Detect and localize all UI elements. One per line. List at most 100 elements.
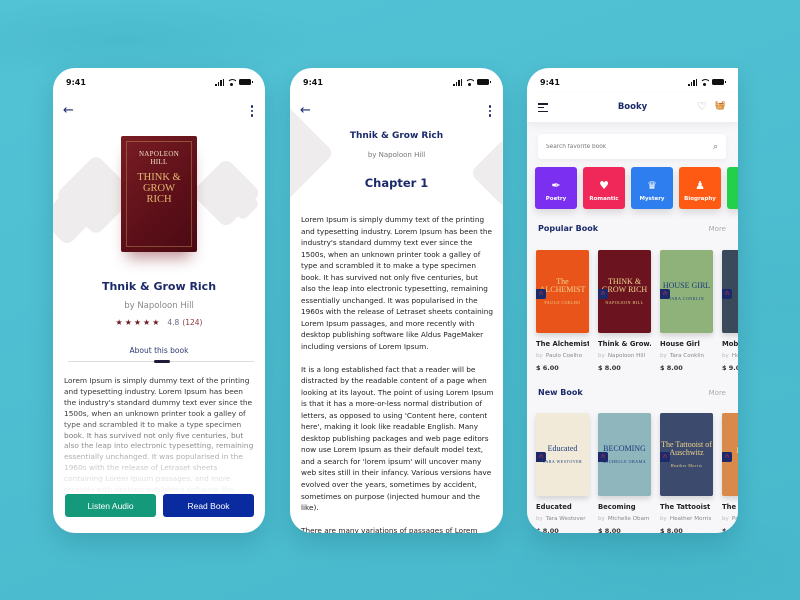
book-title: The G xyxy=(722,503,738,511)
headphones-icon: ∩ xyxy=(660,452,670,462)
back-arrow-icon[interactable]: ← xyxy=(63,104,77,118)
book-author: by Heather Morris xyxy=(660,516,712,522)
battery-icon xyxy=(712,79,726,85)
status-bar: 9:41 xyxy=(540,76,726,88)
book-card[interactable]: MO∩ Moby byHo $ 9.00 xyxy=(722,250,738,372)
new-section-header: New Book More xyxy=(538,388,726,397)
book-price: $ 8.00 xyxy=(722,527,738,533)
battery-icon xyxy=(477,79,491,85)
read-book-button[interactable]: Read Book xyxy=(163,494,254,517)
status-time: 9:41 xyxy=(303,77,323,87)
book-title: The Alchemist xyxy=(536,340,589,348)
book-cover[interactable]: BECOMING MICHELLE OBAMA ∩ xyxy=(598,413,651,496)
search-input[interactable] xyxy=(546,143,713,150)
book-author: by Napoloon Hill xyxy=(598,353,646,359)
book-title: The Tattooist xyxy=(660,503,711,511)
more-options-icon[interactable] xyxy=(487,104,493,118)
headphones-icon: ∩ xyxy=(660,289,670,299)
book-cover[interactable]: THINK & GROW RICH NAPOLEON HILL ∩ xyxy=(598,250,651,333)
new-more-link[interactable]: More xyxy=(709,389,726,397)
section-title: New Book xyxy=(538,388,583,397)
book-cover[interactable]: KR HA ∩ xyxy=(722,413,738,496)
battery-icon xyxy=(239,79,253,85)
status-bar: 9:41 xyxy=(303,76,491,88)
heart-icon: ♥ xyxy=(599,179,609,192)
wifi-icon xyxy=(700,78,709,86)
book-author: by Tara Westover xyxy=(536,516,586,522)
book-price: $ 8.00 xyxy=(598,527,621,533)
cart-icon[interactable]: 🧺 xyxy=(715,102,726,111)
category-poetry[interactable]: ✒ Poetry xyxy=(535,167,577,209)
headphones-icon: ∩ xyxy=(536,289,546,299)
book-price: $ 8.00 xyxy=(536,527,559,533)
cover-author: TARA CONKLIN xyxy=(668,295,705,301)
book-price: $ 8.00 xyxy=(660,364,683,372)
wifi-icon xyxy=(227,78,236,86)
book-cover: NAPOLEON HILL THINK & GROW RICH xyxy=(121,136,197,252)
signal-icon xyxy=(453,78,462,86)
listen-audio-button[interactable]: Listen Audio xyxy=(65,494,156,517)
paragraph: It is a long established fact that a rea… xyxy=(301,364,494,513)
category-label: Biography xyxy=(684,196,716,202)
headphones-icon: ∩ xyxy=(722,289,732,299)
search-box[interactable]: ⌕ xyxy=(538,134,726,159)
search-icon[interactable]: ⌕ xyxy=(713,142,718,152)
popular-section-header: Popular Book More xyxy=(538,224,726,233)
book-author: by Napoloon Hill xyxy=(124,301,194,311)
category-label: Poetry xyxy=(545,196,567,202)
category-biography[interactable]: ♟ Biography xyxy=(679,167,721,209)
book-detail-screen: 9:41 ← NAPOLEON HILL THINK & GROW RICH Thni… xyxy=(53,68,265,533)
book-author: by Ho xyxy=(722,353,738,359)
book-title: Educated xyxy=(536,503,572,511)
book-cover[interactable]: MO∩ xyxy=(722,250,738,333)
book-card[interactable]: The Tattooist of Auschwitz Heather Morris… xyxy=(660,413,713,533)
category-label: Mystery xyxy=(639,196,665,202)
category-more[interactable] xyxy=(727,167,738,209)
book-title: Becoming xyxy=(598,503,636,511)
book-card[interactable]: THINK & GROW RICH NAPOLEON HILL ∩ Think & G… xyxy=(598,250,651,372)
book-card[interactable]: The ALCHEMIST PAULO COELHO ∩ The Alchemist b… xyxy=(536,250,589,372)
app-header: Booky ♡ 🧺 xyxy=(527,94,738,122)
book-title: Think & Grow... xyxy=(598,340,651,348)
book-price: $ 8.00 xyxy=(660,527,683,533)
paragraph: There are many variations of passages of… xyxy=(301,525,478,533)
popular-book-list: The ALCHEMIST PAULO COELHO ∩ The Alchemist b… xyxy=(536,250,738,372)
reader-book-author: by Napoloon Hill xyxy=(367,151,426,159)
cover-title: HOUSE GIRL xyxy=(662,281,711,291)
cover-author: MICHELLE OBAMA xyxy=(602,458,647,464)
headphones-icon: ∩ xyxy=(722,452,732,462)
book-card[interactable]: HOUSE GIRL TARA CONKLIN ∩ House Girl by Tara … xyxy=(660,250,713,372)
headphones-icon: ∩ xyxy=(598,289,608,299)
home-content: ⌕ ✒ Poetry ♥ Romantic ♛ Mystery ♟ Biogra… xyxy=(527,122,738,533)
back-arrow-icon[interactable]: ← xyxy=(300,104,314,118)
cover-title: BECOMING xyxy=(603,444,646,454)
headphones-icon: ∩ xyxy=(536,452,546,462)
book-cover[interactable]: The Tattooist of Auschwitz Heather Morris… xyxy=(660,413,713,496)
review-count: (124) xyxy=(182,318,203,327)
category-romantic[interactable]: ♥ Romantic xyxy=(583,167,625,209)
paragraph: Lorem Ipsum is simply dummy text of the … xyxy=(301,215,494,352)
book-cover[interactable]: HOUSE GIRL TARA CONKLIN ∩ xyxy=(660,250,713,333)
book-cover[interactable]: The ALCHEMIST PAULO COELHO ∩ xyxy=(536,250,589,333)
category-mystery[interactable]: ♛ Mystery xyxy=(631,167,673,209)
more-options-icon[interactable] xyxy=(249,104,255,118)
book-description: Lorem Ipsum is simply dummy text of the … xyxy=(64,376,254,492)
book-cover[interactable]: Educated TARA WESTOVER ∩ xyxy=(536,413,589,496)
chapter-text: Lorem Ipsum is simply dummy text of the … xyxy=(301,214,494,533)
book-card[interactable]: KR HA ∩ The G byPa $ 8.00 xyxy=(722,413,738,533)
tab-about-this-book[interactable]: About this book xyxy=(53,346,265,355)
reader-screen: 9:41 ← Thnik & Grow Rich by Napoloon Hil… xyxy=(290,68,503,533)
tab-indicator xyxy=(154,360,170,363)
book-card[interactable]: BECOMING MICHELLE OBAMA ∩ Becoming by Michell… xyxy=(598,413,651,533)
statue-icon: ♟ xyxy=(695,179,705,192)
decorative-shape xyxy=(190,157,262,229)
favorite-icon[interactable]: ♡ xyxy=(697,101,707,112)
section-title: Popular Book xyxy=(538,224,599,233)
cover-quote xyxy=(159,215,160,219)
cover-title: THINK & GROW RICH xyxy=(137,172,181,205)
popular-more-link[interactable]: More xyxy=(709,225,726,233)
book-author: by Tara Conklin xyxy=(660,353,705,359)
cover-author: PAULO COELHO xyxy=(544,299,581,305)
book-card[interactable]: Educated TARA WESTOVER ∩ Educated by Tara Wes… xyxy=(536,413,589,533)
chapter-heading: Chapter 1 xyxy=(364,176,429,190)
